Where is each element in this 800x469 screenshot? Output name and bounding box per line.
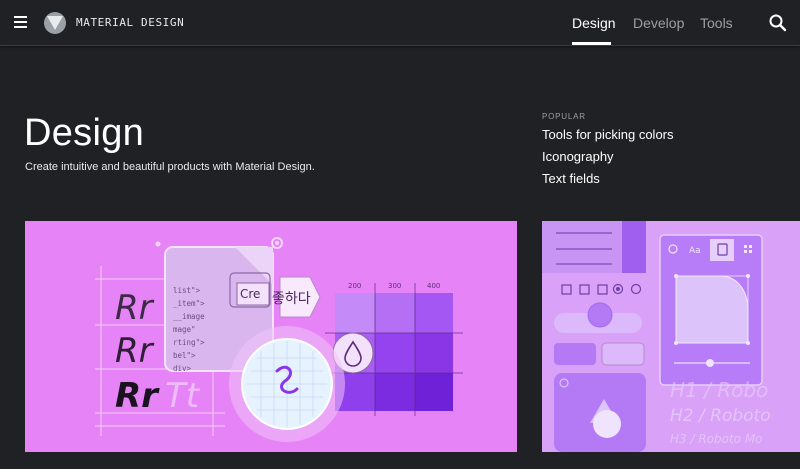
- code-line-2: __image: [173, 312, 205, 321]
- type-sample-bold: Rr: [115, 376, 160, 416]
- type-line-h1: H1 / Robo: [670, 378, 768, 402]
- scale-label-300: 300: [388, 282, 401, 290]
- tab-design[interactable]: Design: [572, 15, 616, 31]
- code-line-5: bel">: [173, 351, 196, 360]
- code-line-3: mage": [173, 325, 196, 334]
- popular-label: POPULAR: [542, 112, 586, 121]
- material-logo-icon[interactable]: [44, 12, 66, 34]
- chip-text: Cre: [240, 287, 260, 301]
- active-tab-indicator: [572, 42, 611, 45]
- type-sample-light: Rr: [115, 288, 155, 328]
- page-title: Design: [24, 112, 145, 154]
- scale-label-400: 400: [427, 282, 440, 290]
- type-line-h2: H2 / Roboto: [670, 406, 771, 426]
- code-line-0: list">: [173, 286, 201, 295]
- code-line-4: rting">: [173, 338, 205, 347]
- components-card[interactable]: Aa H1 / Robo H2 / Roboto H3 / Roboto Mo: [542, 221, 800, 452]
- tab-develop[interactable]: Develop: [633, 15, 684, 31]
- design-hero-card[interactable]: Rr Rr Rr Tt list"> _item"> __image mage"…: [25, 221, 517, 452]
- toolbar-text: Aa: [689, 246, 701, 256]
- page-subtitle: Create intuitive and beautiful products …: [25, 161, 315, 173]
- code-line-6: div>: [173, 364, 192, 373]
- top-app-bar: MATERIAL DESIGN Design Develop Tools: [0, 0, 800, 46]
- type-sample-outline: Tt: [165, 376, 201, 416]
- type-line-h3: H3 / Roboto Mo: [670, 432, 763, 446]
- code-line-1: _item">: [173, 299, 205, 308]
- popular-link-colors[interactable]: Tools for picking colors: [542, 127, 674, 142]
- type-sample-regular: Rr: [115, 331, 155, 371]
- design-illustration: Rr Rr Rr Tt list"> _item"> __image mage"…: [95, 237, 463, 442]
- scale-label-200: 200: [348, 282, 361, 290]
- menu-icon[interactable]: [14, 14, 32, 32]
- components-illustration: Aa H1 / Robo H2 / Roboto H3 / Roboto Mo: [542, 221, 771, 452]
- korean-text: 좋하다: [272, 291, 311, 307]
- tab-tools[interactable]: Tools: [700, 15, 733, 31]
- popular-link-text-fields[interactable]: Text fields: [542, 171, 600, 186]
- brand-title[interactable]: MATERIAL DESIGN: [76, 16, 184, 29]
- popular-link-iconography[interactable]: Iconography: [542, 149, 614, 164]
- search-icon[interactable]: [768, 13, 788, 33]
